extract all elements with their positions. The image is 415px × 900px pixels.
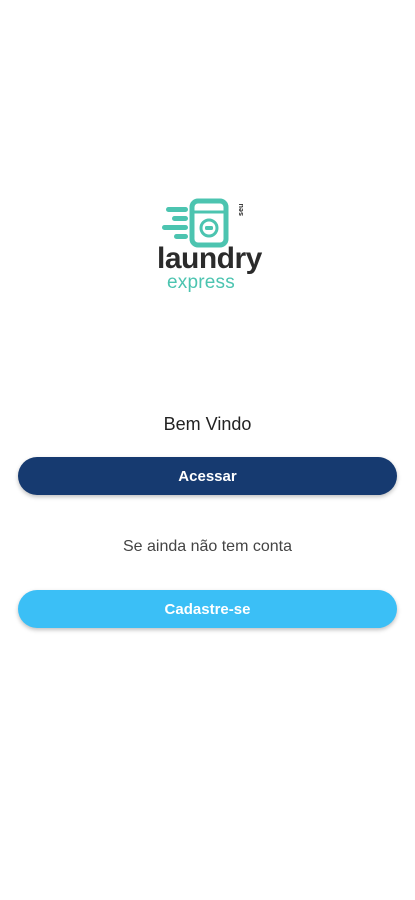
washing-machine-icon <box>162 198 229 248</box>
signup-button-label: Cadastre-se <box>164 600 251 618</box>
access-button-label: Acessar <box>178 467 237 485</box>
signup-button[interactable]: Cadastre-se <box>18 590 397 628</box>
logo-word-express: express <box>167 272 235 293</box>
welcome-screen: seu laundry express Bem Vindo Acessar Se… <box>0 0 415 900</box>
signup-hint: Se ainda não tem conta <box>122 538 292 555</box>
logo-tagline: seu <box>238 203 245 216</box>
welcome-title: Bem Vindo <box>163 414 252 434</box>
access-button[interactable]: Acessar <box>18 457 397 495</box>
logo-word-laundry: laundry <box>157 242 262 275</box>
laundry-express-logo: seu laundry express <box>150 198 270 298</box>
